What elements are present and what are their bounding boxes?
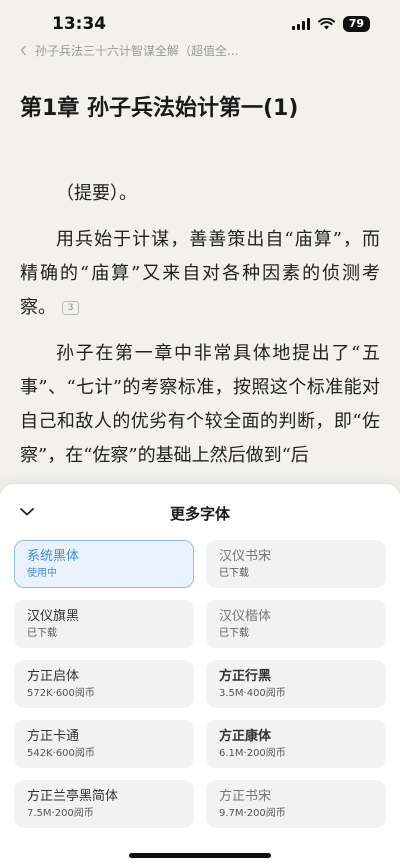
paragraph-text: （提要）。 bbox=[56, 183, 137, 204]
font-name: 方正书宋 bbox=[219, 789, 272, 804]
home-indicator[interactable] bbox=[129, 853, 271, 858]
font-option-hanyi-qihei[interactable]: 汉仪旗黑 已下载 bbox=[14, 600, 194, 648]
font-status: 9.7M·200阅币 bbox=[219, 808, 286, 819]
font-name: 系统黑体 bbox=[27, 549, 80, 564]
font-status: 已下载 bbox=[219, 628, 249, 639]
chevron-left-icon[interactable] bbox=[20, 45, 27, 56]
font-grid: 系统黑体 使用中 汉仪书宋 已下载 汉仪旗黑 已下载 汉仪楷体 已下载 方正启体… bbox=[14, 540, 386, 828]
status-icons: 79 bbox=[291, 16, 370, 32]
font-status: 3.5M·400阅币 bbox=[219, 688, 286, 699]
font-status: 542K·600阅币 bbox=[27, 748, 95, 759]
status-time: 13:34 bbox=[52, 14, 107, 34]
font-status: 已下载 bbox=[219, 568, 249, 579]
breadcrumb[interactable]: 孙子兵法三十六计智谋全解（超值全... bbox=[20, 40, 380, 60]
reading-content: （提要）。 用兵始于计谋，善善策出自“庙算”，而精确的“庙算”又来自对各种因素的… bbox=[20, 177, 380, 485]
font-option-fangzheng-kangti[interactable]: 方正康体 6.1M·200阅币 bbox=[206, 720, 386, 768]
paragraph: 孙子在第一章中非常具体地提出了“五事”、“七计”的考察标准，按照这个标准能对自己… bbox=[20, 337, 380, 473]
font-status: 572K·600阅币 bbox=[27, 688, 95, 699]
font-option-fangzheng-qiti[interactable]: 方正启体 572K·600阅币 bbox=[14, 660, 194, 708]
font-option-system-heiti[interactable]: 系统黑体 使用中 bbox=[14, 540, 194, 588]
font-name: 汉仪旗黑 bbox=[27, 609, 80, 624]
font-name: 方正卡通 bbox=[27, 729, 80, 744]
font-sheet: 更多字体 系统黑体 使用中 汉仪书宋 已下载 汉仪旗黑 已下载 汉仪楷体 已下载… bbox=[0, 484, 400, 866]
font-status: 已下载 bbox=[27, 628, 57, 639]
book-title: 孙子兵法三十六计智谋全解（超值全... bbox=[35, 43, 239, 58]
wifi-icon bbox=[317, 18, 335, 30]
battery-icon: 79 bbox=[342, 16, 370, 32]
chapter-title: 第1章 孙子兵法始计第一(1) bbox=[20, 96, 299, 121]
font-name: 方正兰亭黑简体 bbox=[27, 789, 119, 804]
paragraph: 用兵始于计谋，善善策出自“庙算”，而精确的“庙算”又来自对各种因素的侦测考察。 … bbox=[20, 223, 380, 325]
font-option-fangzheng-xinghei[interactable]: 方正行黑 3.5M·400阅币 bbox=[206, 660, 386, 708]
font-name: 方正康体 bbox=[219, 729, 272, 744]
sheet-title: 更多字体 bbox=[169, 505, 230, 523]
font-status: 6.1M·200阅币 bbox=[219, 748, 286, 759]
font-option-hanyi-kaiti[interactable]: 汉仪楷体 已下载 bbox=[206, 600, 386, 648]
paragraph-text: 孙子在第一章中非常具体地提出了“五事”、“七计”的考察标准，按照这个标准能对自己… bbox=[20, 343, 380, 466]
font-name: 汉仪书宋 bbox=[219, 549, 272, 564]
font-option-fangzheng-katong[interactable]: 方正卡通 542K·600阅币 bbox=[14, 720, 194, 768]
font-status: 7.5M·200阅币 bbox=[27, 808, 94, 819]
font-name: 汉仪楷体 bbox=[219, 609, 272, 624]
font-option-fangzheng-lantinghei[interactable]: 方正兰亭黑简体 7.5M·200阅币 bbox=[14, 780, 194, 828]
note-badge[interactable]: 3 bbox=[61, 301, 80, 315]
paragraph: （提要）。 bbox=[20, 177, 380, 211]
font-name: 方正启体 bbox=[27, 669, 80, 684]
sheet-header: 更多字体 bbox=[0, 484, 400, 540]
status-bar: 13:34 79 bbox=[0, 0, 400, 44]
font-option-fangzheng-shusong[interactable]: 方正书宋 9.7M·200阅币 bbox=[206, 780, 386, 828]
font-option-hanyi-shusong[interactable]: 汉仪书宋 已下载 bbox=[206, 540, 386, 588]
font-name: 方正行黑 bbox=[219, 669, 272, 684]
cellular-signal-icon bbox=[291, 18, 310, 30]
font-status: 使用中 bbox=[27, 568, 57, 579]
